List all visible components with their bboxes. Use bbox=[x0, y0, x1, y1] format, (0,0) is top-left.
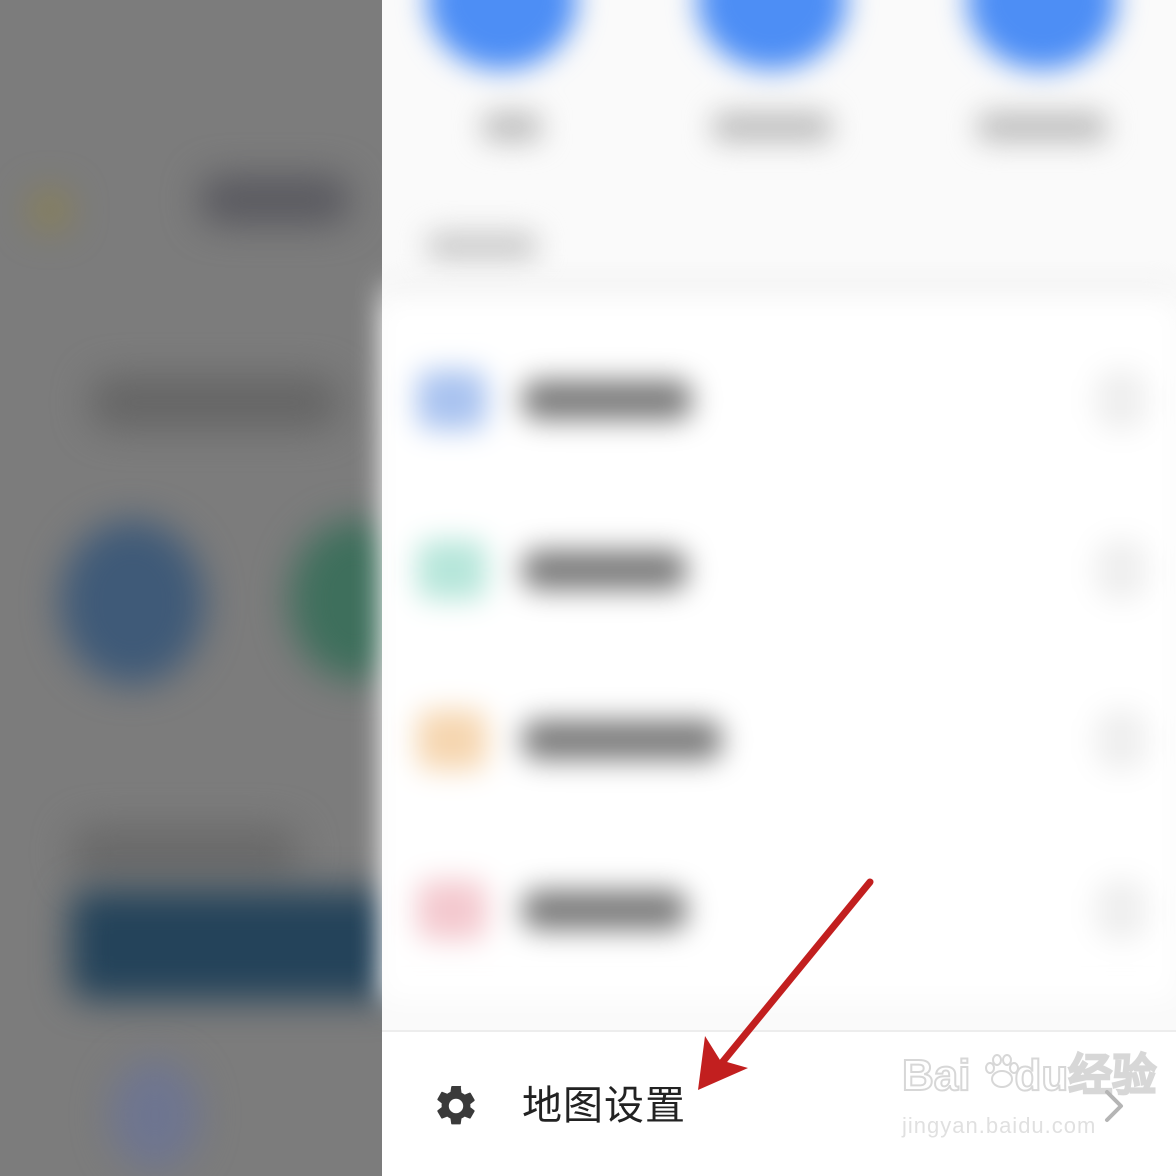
chevron-right-icon bbox=[1096, 370, 1146, 430]
chevron-right-icon bbox=[1105, 1090, 1123, 1122]
map-background-dimmed[interactable] bbox=[0, 0, 382, 1176]
menu-row-label bbox=[522, 550, 687, 590]
map-blur-shape bbox=[90, 375, 340, 430]
menu-list bbox=[382, 300, 1176, 1000]
map-blur-shape bbox=[290, 520, 382, 680]
section-title bbox=[427, 232, 537, 260]
map-blur-shape bbox=[70, 890, 382, 1000]
quick-action-icon[interactable] bbox=[697, 0, 847, 70]
side-drawer: 地图设置 Bai du经验 jingyan.baidu.com bbox=[382, 0, 1176, 1176]
map-blur-shape bbox=[70, 825, 300, 880]
quick-action-icon[interactable] bbox=[427, 0, 577, 70]
quick-action-icon[interactable] bbox=[967, 0, 1117, 70]
watermark-du: du bbox=[1013, 1050, 1069, 1101]
quick-action-label bbox=[482, 112, 542, 142]
menu-row-label bbox=[522, 720, 722, 760]
menu-row[interactable] bbox=[382, 330, 1176, 450]
map-settings-label: 地图设置 bbox=[522, 1083, 686, 1129]
watermark-url: jingyan.baidu.com bbox=[902, 1113, 1097, 1138]
gear-icon bbox=[437, 1085, 475, 1125]
quick-action-label bbox=[712, 112, 832, 142]
menu-row-icon bbox=[417, 540, 487, 600]
map-blur-shape bbox=[60, 520, 205, 685]
chevron-right-icon bbox=[1096, 540, 1146, 600]
watermark-bai: Bai bbox=[901, 1050, 971, 1101]
paw-icon bbox=[985, 1054, 1019, 1088]
map-blur-shape bbox=[30, 190, 70, 230]
chevron-right-icon bbox=[1096, 710, 1146, 770]
menu-row-icon bbox=[417, 710, 487, 770]
menu-row-label bbox=[522, 380, 692, 420]
quick-action-label bbox=[977, 112, 1107, 142]
map-blur-shape bbox=[110, 1060, 200, 1170]
map-blur-shape bbox=[200, 175, 350, 225]
menu-row-icon bbox=[417, 370, 487, 430]
divider bbox=[382, 285, 1176, 297]
quick-actions-row bbox=[382, 0, 1176, 200]
menu-row-label bbox=[522, 890, 687, 930]
menu-row[interactable] bbox=[382, 500, 1176, 620]
menu-row[interactable] bbox=[382, 670, 1176, 790]
menu-row[interactable] bbox=[382, 840, 1176, 960]
screen: 地图设置 Bai du经验 jingyan.baidu.com bbox=[0, 0, 1176, 1176]
chevron-right-icon bbox=[1096, 880, 1146, 940]
menu-row-icon bbox=[417, 880, 487, 940]
map-settings-item[interactable]: 地图设置 Bai du经验 jingyan.baidu.com bbox=[382, 1030, 1176, 1176]
